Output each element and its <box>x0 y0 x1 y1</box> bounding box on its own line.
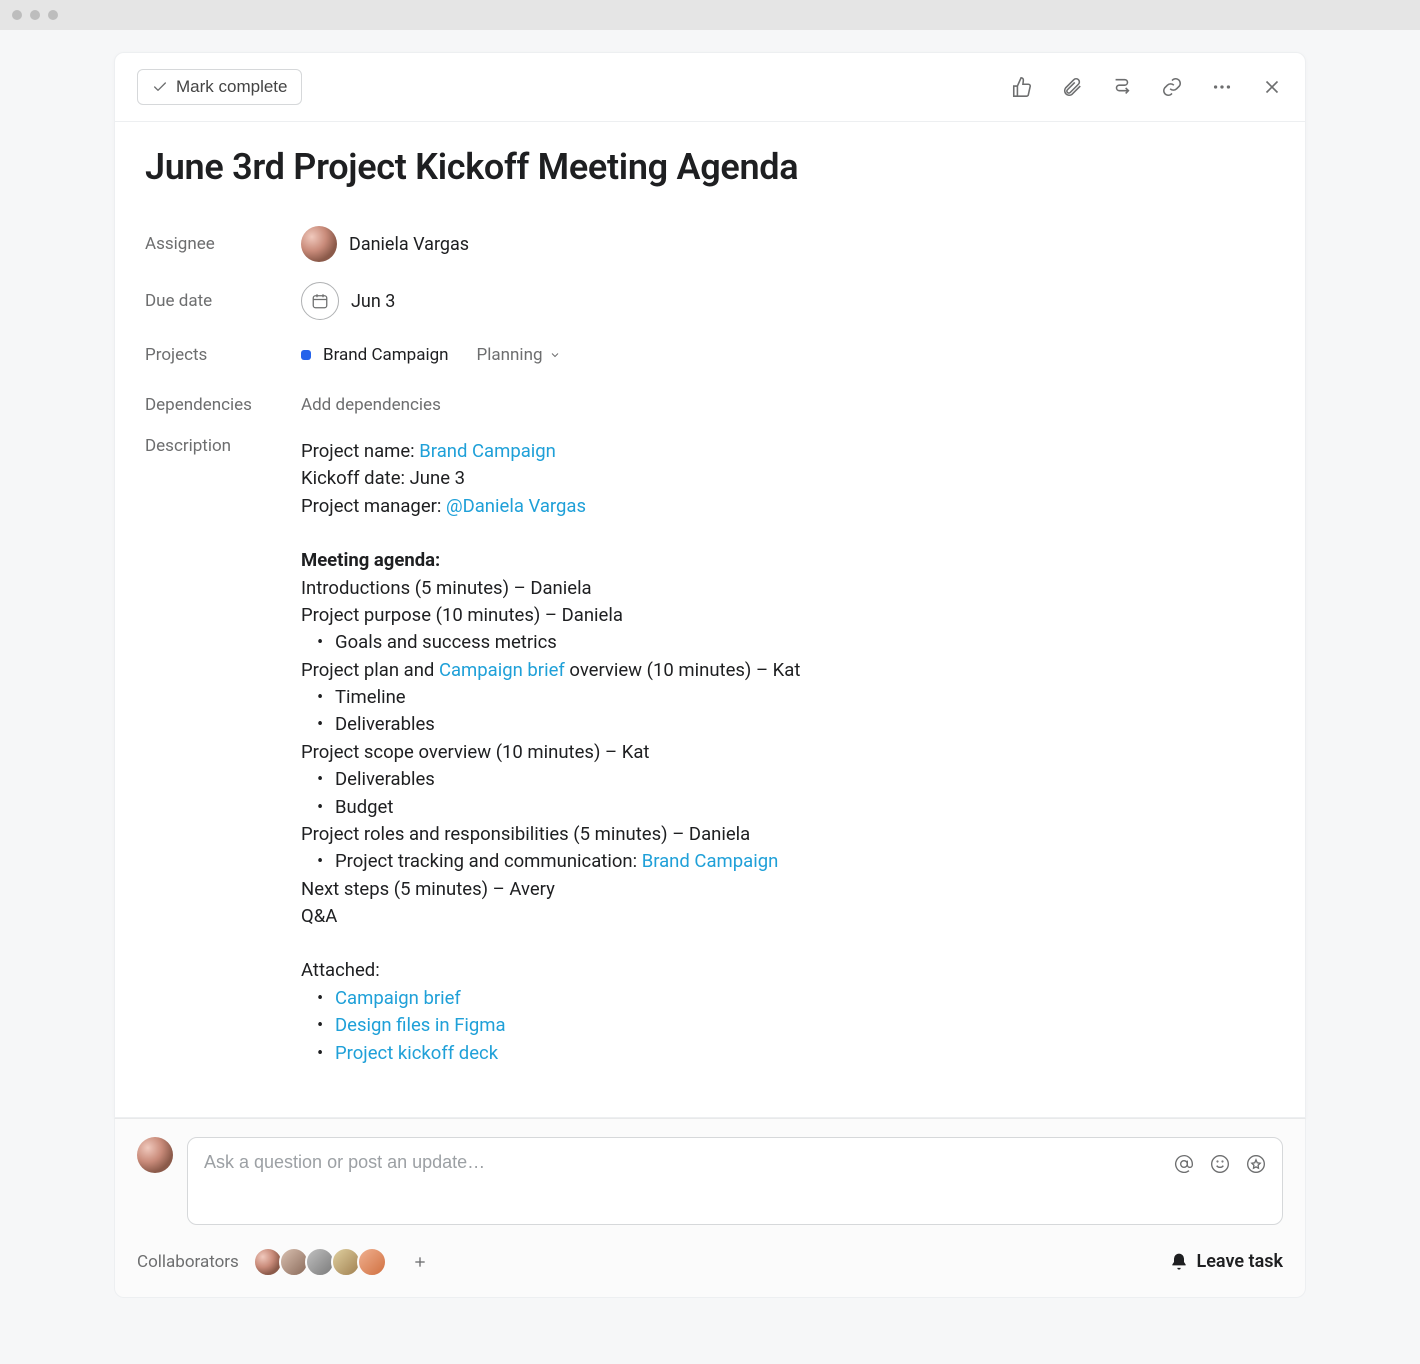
desc-bullet: Design files in Figma <box>301 1012 800 1039</box>
desc-bullet: Project kickoff deck <box>301 1040 800 1067</box>
task-title[interactable]: June 3rd Project Kickoff Meeting Agenda <box>145 146 1275 188</box>
traffic-close-icon[interactable] <box>12 10 22 20</box>
due-date-text: Jun 3 <box>351 291 395 312</box>
desc-text: Project scope overview (10 minutes) – Ka… <box>301 739 800 766</box>
desc-text: Kickoff date: June 3 <box>301 465 800 492</box>
add-collaborator-button[interactable] <box>407 1249 433 1275</box>
avatar <box>301 226 337 262</box>
desc-bullet: Deliverables <box>301 766 800 793</box>
avatar <box>137 1137 173 1173</box>
comment-box[interactable] <box>187 1137 1283 1225</box>
traffic-max-icon[interactable] <box>48 10 58 20</box>
star-icon[interactable] <box>1246 1154 1266 1174</box>
desc-bullet: Budget <box>301 794 800 821</box>
project-link[interactable]: Brand Campaign <box>642 850 779 872</box>
collaborators-label: Collaborators <box>137 1252 239 1272</box>
desc-text: Project name: <box>301 440 419 462</box>
due-date-label: Due date <box>145 291 301 311</box>
more-icon[interactable] <box>1211 76 1233 98</box>
comment-input[interactable] <box>204 1152 1174 1173</box>
due-date-value[interactable]: Jun 3 <box>301 282 395 320</box>
plus-icon <box>412 1254 428 1270</box>
assignee-row: Assignee Daniela Vargas <box>145 216 1275 272</box>
assignee-name: Daniela Vargas <box>349 234 469 255</box>
desc-text: Project purpose (10 minutes) – Daniela <box>301 602 800 629</box>
campaign-brief-link[interactable]: Campaign brief <box>439 659 565 681</box>
attachment-link[interactable]: Project kickoff deck <box>335 1042 498 1064</box>
attachment-icon[interactable] <box>1061 76 1083 98</box>
mark-complete-label: Mark complete <box>176 77 287 97</box>
chevron-down-icon <box>549 349 561 361</box>
desc-bullet: Deliverables <box>301 711 800 738</box>
subtask-icon[interactable] <box>1111 76 1133 98</box>
window-chrome <box>0 0 1420 30</box>
attached-heading: Attached: <box>301 957 800 984</box>
description-label: Description <box>145 436 301 456</box>
assignee-label: Assignee <box>145 234 301 254</box>
desc-text: Project tracking and communication: <box>335 850 642 872</box>
at-mention-icon[interactable] <box>1174 1154 1194 1174</box>
projects-row: Projects Brand Campaign Planning <box>145 330 1275 380</box>
desc-text: Project plan and <box>301 659 439 681</box>
project-name[interactable]: Brand Campaign <box>323 345 449 365</box>
task-footer: Collaborators Leave task <box>114 1118 1306 1298</box>
desc-text: Project roles and responsibilities (5 mi… <box>301 821 800 848</box>
check-icon <box>152 79 168 95</box>
projects-label: Projects <box>145 345 301 365</box>
task-top-actions <box>1011 76 1283 98</box>
leave-task-label: Leave task <box>1197 1251 1283 1272</box>
desc-bullet: Timeline <box>301 684 800 711</box>
desc-text: Introductions (5 minutes) – Daniela <box>301 575 800 602</box>
project-section-select[interactable]: Planning <box>477 345 561 365</box>
project-status-text: Planning <box>477 345 543 365</box>
traffic-min-icon[interactable] <box>30 10 40 20</box>
calendar-icon <box>301 282 339 320</box>
attachment-link[interactable]: Design files in Figma <box>335 1014 506 1036</box>
desc-bullet: Goals and success metrics <box>301 629 800 656</box>
add-dependencies-button[interactable]: Add dependencies <box>301 395 441 415</box>
dependencies-row: Dependencies Add dependencies <box>145 380 1275 430</box>
description-row: Description Project name: Brand Campaign… <box>145 430 1275 1077</box>
leave-task-button[interactable]: Leave task <box>1169 1251 1283 1272</box>
link-icon[interactable] <box>1161 76 1183 98</box>
agenda-heading: Meeting agenda: <box>301 549 440 571</box>
desc-bullet: Project tracking and communication: Bran… <box>301 848 800 875</box>
task-detail-panel: Mark complete <box>114 52 1306 1118</box>
emoji-icon[interactable] <box>1210 1154 1230 1174</box>
like-icon[interactable] <box>1011 76 1033 98</box>
project-link[interactable]: Brand Campaign <box>419 440 556 462</box>
due-date-row: Due date Jun 3 <box>145 272 1275 330</box>
desc-text: Q&A <box>301 903 800 930</box>
desc-text: overview (10 minutes) – Kat <box>565 659 801 681</box>
dependencies-label: Dependencies <box>145 395 301 415</box>
assignee-value[interactable]: Daniela Vargas <box>301 226 469 262</box>
mention-link[interactable]: @Daniela Vargas <box>446 495 586 517</box>
bell-icon <box>1169 1252 1189 1272</box>
desc-text: Project manager: <box>301 495 446 517</box>
project-color-icon <box>301 350 311 360</box>
avatar[interactable] <box>357 1247 387 1277</box>
mark-complete-button[interactable]: Mark complete <box>137 69 302 105</box>
desc-text: Next steps (5 minutes) – Avery <box>301 876 800 903</box>
close-icon[interactable] <box>1261 76 1283 98</box>
attachment-link[interactable]: Campaign brief <box>335 987 461 1009</box>
collaborators-list <box>253 1247 387 1277</box>
desc-bullet: Campaign brief <box>301 985 800 1012</box>
description-body[interactable]: Project name: Brand Campaign Kickoff dat… <box>301 436 800 1067</box>
